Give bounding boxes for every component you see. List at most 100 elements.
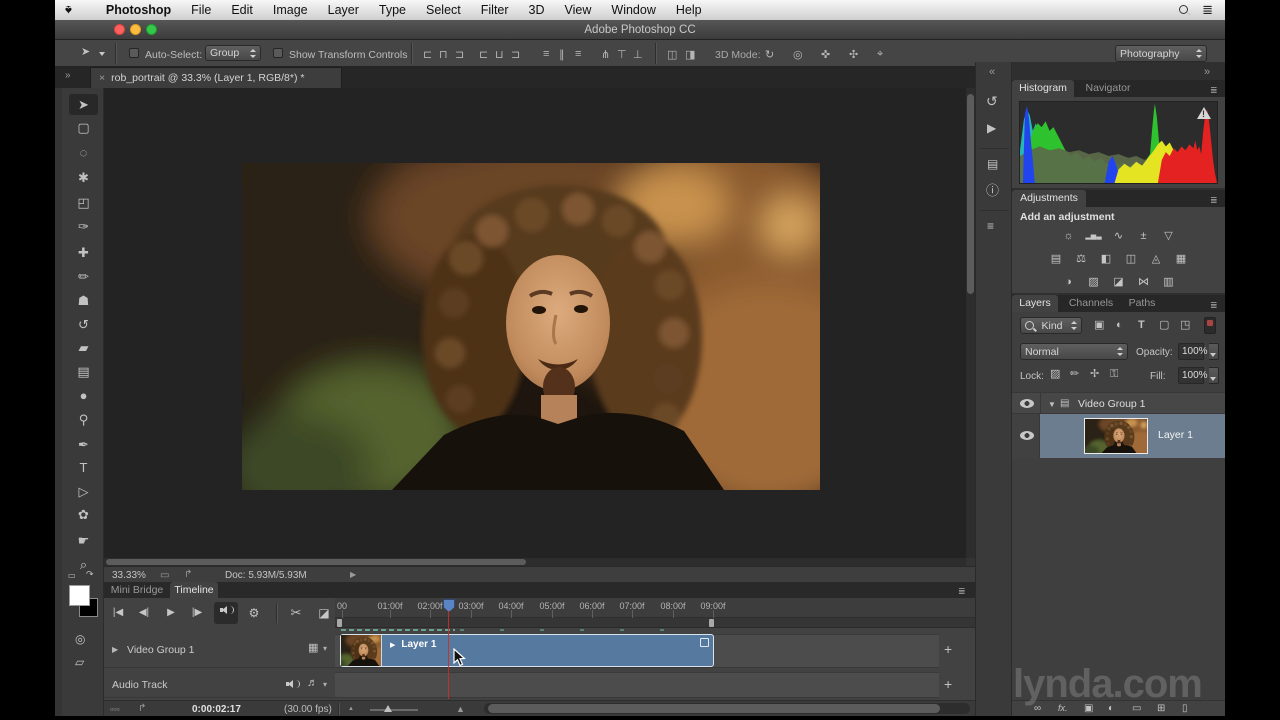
adjustments-panel-menu-icon[interactable]: ≣ [1210, 195, 1218, 206]
zoom-level-field[interactable]: 33.33% [112, 570, 146, 581]
layer-filter-kind-dropdown[interactable]: Kind [1020, 317, 1082, 334]
hand-tool[interactable]: ☛ [75, 532, 92, 549]
window-title-bar[interactable]: Adobe Photoshop CC [55, 20, 1225, 40]
status-options-arrow-icon[interactable]: ▶ [350, 570, 356, 579]
tab-histogram[interactable]: Histogram [1012, 80, 1074, 97]
custom-shape-tool[interactable]: ✿ [75, 506, 92, 523]
color-lookup-icon[interactable]: ▦ [1172, 251, 1190, 267]
export-status-icon[interactable]: ↱ [184, 569, 192, 580]
lasso-tool[interactable]: ◌ [75, 144, 92, 161]
first-frame-button[interactable]: |◀ [106, 602, 130, 624]
doc-size-label[interactable]: Doc: 5.93M/5.93M [225, 570, 307, 581]
spotlight-search-icon[interactable] [1179, 3, 1188, 17]
video-track-film-icon[interactable]: ▦ [308, 643, 318, 654]
3d-drag-icon[interactable]: ✜ [821, 48, 830, 61]
crop-tool[interactable]: ◰ [75, 194, 92, 211]
menu-image[interactable]: Image [263, 3, 318, 17]
audio-track-note-icon[interactable]: ♬ [307, 678, 318, 689]
fill-caret[interactable] [1209, 367, 1219, 384]
color-balance-icon[interactable]: ⚖ [1072, 251, 1090, 267]
filter-shape-layers-icon[interactable]: ▢ [1159, 320, 1169, 331]
histogram-panel-menu-icon[interactable]: ≣ [1210, 85, 1218, 96]
clip-disclosure-icon[interactable]: ▶ [390, 641, 395, 649]
layer-filter-toggle[interactable] [1204, 317, 1216, 334]
menu-3d[interactable]: 3D [519, 3, 555, 17]
timeline-settings-button[interactable]: ⚙ [242, 602, 266, 624]
horizontal-scrollbar-thumb[interactable] [106, 559, 526, 565]
video-group-name[interactable]: Video Group 1 [1078, 398, 1146, 410]
photo-filter-icon[interactable]: ◫ [1122, 251, 1140, 267]
quick-selection-tool[interactable]: ✱ [75, 169, 92, 186]
align-bottom-edges-icon[interactable]: ⊐ [455, 48, 464, 61]
timeline-scrollbar[interactable] [484, 703, 970, 714]
align-left-icon[interactable]: ⊏ [479, 48, 488, 61]
video-track-caret-icon[interactable]: ▾ [323, 644, 327, 653]
menu-photoshop[interactable]: Photoshop [96, 3, 181, 17]
opacity-caret[interactable] [1209, 343, 1219, 360]
panels-collapse-icon[interactable]: » [1204, 66, 1210, 78]
swap-colors-icon[interactable]: ↷ [86, 570, 94, 579]
video-group-disclosure-icon[interactable]: ▼ [1048, 400, 1056, 409]
layer1-visibility-eye-icon[interactable] [1020, 431, 1034, 440]
histogram-plot[interactable]: ! [1019, 101, 1218, 184]
filter-smart-objects-icon[interactable]: ◳ [1180, 320, 1190, 331]
render-export-icon[interactable]: ↱ [138, 703, 146, 714]
3d-rotate-icon[interactable]: ↻ [765, 48, 774, 61]
timeline-zoom-slider-thumb[interactable] [384, 705, 392, 712]
blur-tool[interactable]: ● [75, 387, 92, 404]
clone-source-panel-icon[interactable]: ▤ [987, 158, 998, 170]
clone-stamp-tool[interactable]: ☗ [75, 292, 92, 309]
play-button[interactable]: ▶ [159, 602, 183, 624]
tab-timeline[interactable]: Timeline [170, 582, 218, 598]
blend-mode-dropdown[interactable]: Normal [1020, 343, 1128, 360]
filter-pixel-layers-icon[interactable]: ▣ [1094, 320, 1104, 331]
brush-tool[interactable]: ✏ [75, 268, 92, 285]
auto-select-checkbox[interactable] [129, 48, 139, 58]
menu-window[interactable]: Window [601, 3, 665, 17]
add-video-track-button[interactable]: + [944, 642, 952, 656]
auto-select-group-dropdown[interactable]: Group [205, 45, 261, 61]
type-tool[interactable]: T [75, 459, 92, 476]
tab-navigator[interactable]: Navigator [1078, 80, 1138, 97]
channel-mixer-icon[interactable]: ◬ [1147, 251, 1165, 267]
opacity-field[interactable]: 100% [1178, 343, 1204, 360]
layer1-selected-area[interactable]: Layer 1 [1040, 414, 1225, 458]
workspace-dropdown[interactable]: Photography [1115, 45, 1207, 62]
lock-transparency-icon[interactable]: ▨ [1050, 369, 1060, 380]
default-colors-icon[interactable]: ▭ [68, 572, 76, 580]
pen-tool[interactable]: ✒ [75, 436, 92, 453]
dodge-tool[interactable]: ⚲ [75, 411, 92, 428]
eraser-tool[interactable]: ▰ [75, 339, 92, 356]
apple-menu-icon[interactable]: ♠ [55, 3, 96, 18]
work-area-start-handle[interactable] [337, 619, 342, 627]
quick-mask-icon[interactable]: ◎ [75, 633, 85, 645]
tool-preset-caret-icon[interactable] [99, 52, 105, 56]
posterize-icon[interactable]: ▨ [1085, 274, 1103, 290]
align-vertical-centers-icon[interactable]: ⊓ [439, 48, 448, 61]
split-clip-button[interactable]: ✂ [284, 602, 308, 624]
3d-roll-icon[interactable]: ◎ [793, 48, 803, 61]
close-tab-icon[interactable]: × [99, 72, 105, 84]
gradient-map-icon[interactable]: ⋈ [1135, 274, 1153, 290]
path-selection-tool[interactable]: ▷ [75, 483, 92, 500]
curves-icon[interactable]: ∿ [1110, 228, 1128, 244]
proxy-view-icon[interactable]: ▭ [160, 570, 169, 581]
align-horizontal-centers-icon[interactable]: ⊔ [495, 48, 504, 61]
filter-type-layers-icon[interactable]: T [1138, 320, 1145, 331]
tab-paths[interactable]: Paths [1122, 295, 1162, 312]
properties-panel-icon[interactable]: ≡ [987, 220, 994, 232]
video-group-disclosure-icon[interactable]: ▶ [112, 645, 118, 654]
brightness-contrast-icon[interactable]: ☼ [1060, 228, 1078, 244]
layers-layer1-row[interactable]: Layer 1 [1012, 414, 1225, 458]
video-clip-layer1[interactable]: ▶ Layer 1 [340, 634, 714, 667]
levels-icon[interactable]: ▂▅▃ [1085, 228, 1103, 244]
frame-display-icon[interactable]: ▫▫▫ [110, 704, 120, 714]
layers-video-group-row[interactable]: ▼ ▤ Video Group 1 [1012, 392, 1225, 414]
selective-color-icon[interactable]: ▥ [1160, 274, 1178, 290]
foreground-color-swatch[interactable] [69, 585, 90, 606]
invert-icon[interactable]: ◑ [1060, 274, 1078, 290]
audio-track-lane[interactable] [335, 672, 939, 698]
black-white-icon[interactable]: ◧ [1097, 251, 1115, 267]
histogram-warning-icon[interactable]: ! [1197, 107, 1211, 119]
menu-file[interactable]: File [181, 3, 221, 17]
